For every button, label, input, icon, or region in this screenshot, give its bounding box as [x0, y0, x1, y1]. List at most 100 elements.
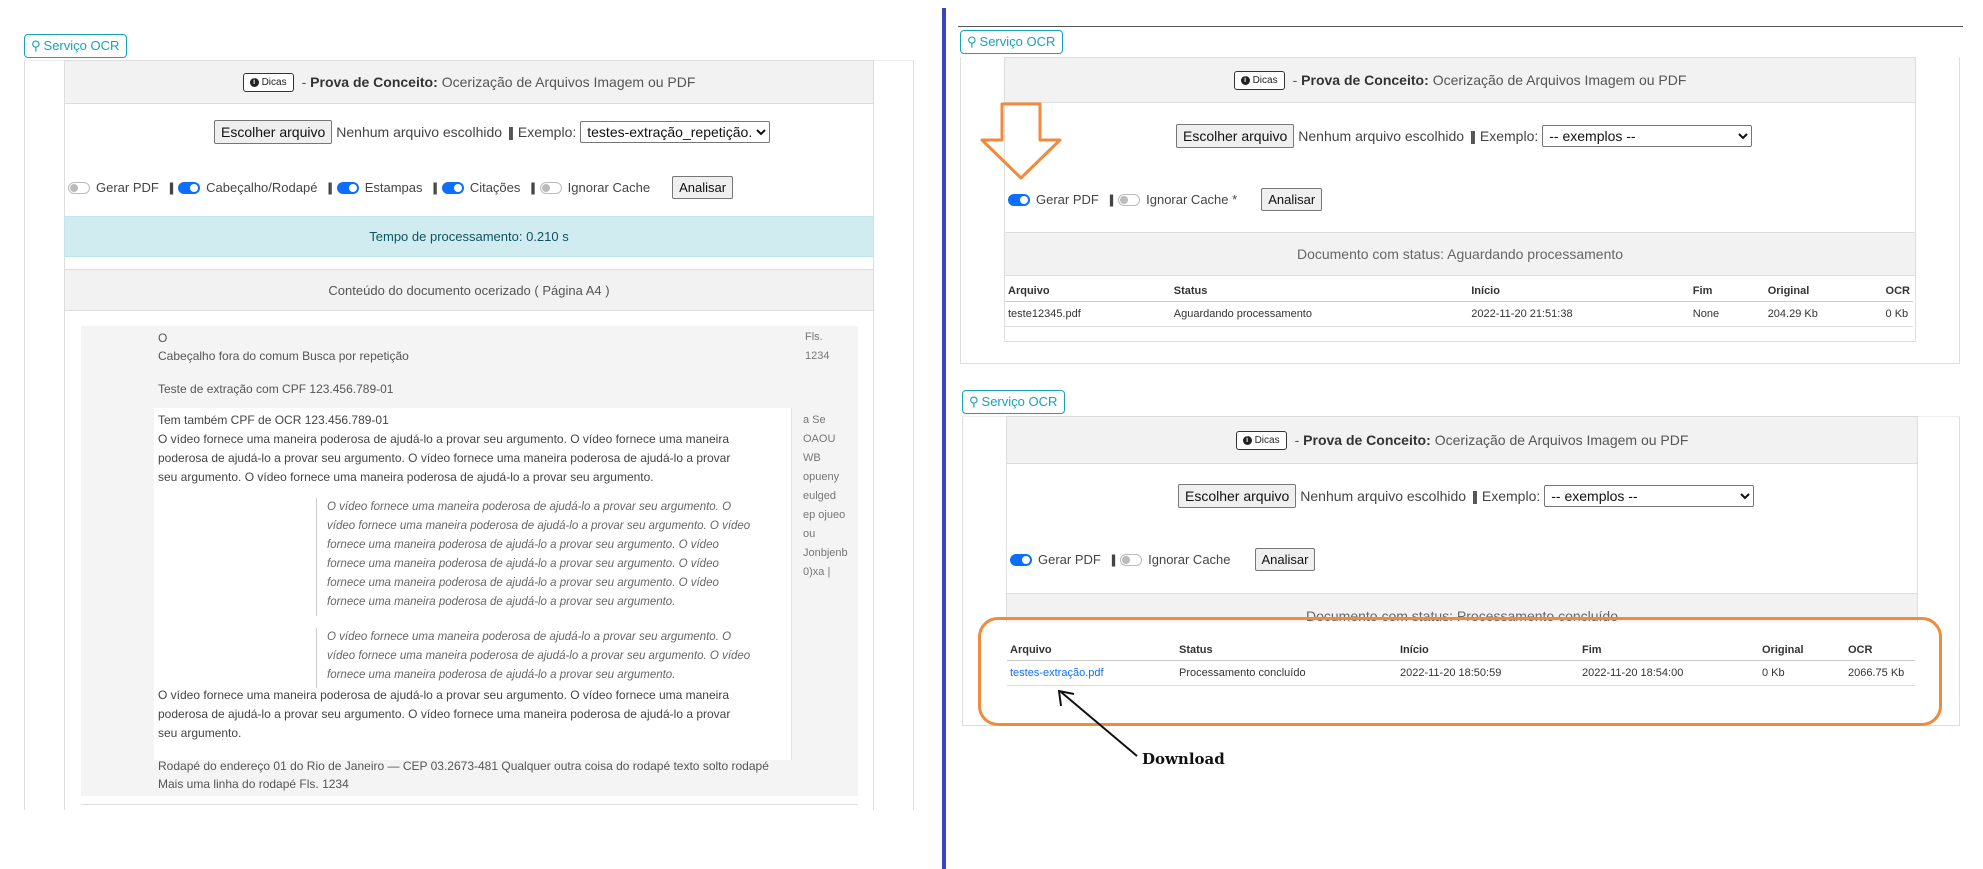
separator-dash: - [1292, 72, 1302, 88]
separator: || [508, 124, 514, 140]
col-status: Status [1170, 282, 1469, 302]
choose-file-button[interactable]: Escolher arquivo [1178, 484, 1297, 508]
gerar-pdf-toggle[interactable] [1008, 193, 1030, 206]
ignorar-cache-toggle[interactable] [539, 181, 562, 194]
paragraph-2-line-1: O vídeo fornece uma maneira poderosa de … [158, 688, 729, 702]
ignorar-cache-label: Ignorar Cache * [1146, 192, 1238, 207]
citacoes-toggle[interactable] [441, 181, 464, 194]
example-select[interactable]: -- exemplos -- [1542, 125, 1753, 147]
stamp-side-line: 0)xa | [803, 566, 831, 578]
gerar-pdf-label: Gerar PDF [1036, 192, 1099, 207]
paragraph-2-line-2: poderosa de ajudá-lo a provar seu argume… [158, 707, 731, 721]
dicas-label: Dicas [261, 76, 287, 88]
analisar-button[interactable]: Analisar [1261, 188, 1323, 211]
header-side-number: 1234 [805, 350, 830, 362]
citation-1-line: O vídeo fornece uma maneira poderosa de … [327, 501, 732, 513]
processing-time-bar: Tempo de processamento: 0.210 s [64, 216, 874, 257]
col-arquivo: Arquivo [1005, 282, 1171, 302]
estampas-toggle[interactable] [336, 181, 359, 194]
stamp-side-line: ou [803, 528, 816, 540]
separator: || [432, 180, 438, 195]
br-card-header: i Dicas - Prova de Conceito: Ocerização d… [1007, 417, 1917, 464]
choose-file-button[interactable]: Escolher arquivo [1176, 124, 1295, 148]
separator: || [1470, 128, 1476, 144]
citation-1-line: fornece uma maneira poderosa de ajudá-lo… [327, 596, 676, 608]
analisar-button[interactable]: Analisar [1254, 548, 1316, 571]
dicas-button[interactable]: i Dicas [1233, 70, 1285, 90]
separator: || [1472, 488, 1478, 504]
footer-line-2: Mais uma linha do rodapé Fls. 1234 [158, 777, 349, 791]
citation-2-line: fornece uma maneira poderosa de ajudá-lo… [327, 669, 676, 681]
header-title: Ocerização de Arquivos Imagem ou PDF [1432, 72, 1687, 88]
table-row: teste12345.pdf Aguardando processamento … [1005, 301, 1913, 327]
example-label: Exemplo: [1479, 128, 1539, 144]
tr-documents-table: Arquivo Status Início Fim Original OCR t… [1005, 282, 1913, 327]
page-divider [81, 804, 858, 805]
citation-2: O vídeo fornece uma maneira poderosa de … [316, 628, 796, 688]
info-icon: i [249, 77, 259, 87]
paragraph-1-line-2: poderosa de ajudá-lo a provar seu argume… [158, 451, 731, 465]
no-file-text: Nenhum arquivo escolhido [1298, 128, 1465, 144]
example-select[interactable]: -- exemplos -- [1544, 485, 1755, 507]
header-o-text: O [158, 331, 168, 345]
citation-1-line: vídeo fornece uma maneira poderosa de aj… [327, 520, 751, 532]
example-label: Exemplo: [1481, 488, 1541, 504]
service-ocr-label: Serviço OCR [979, 34, 1056, 49]
dicas-button[interactable]: i Dicas [1235, 430, 1287, 450]
service-ocr-button[interactable]: ⚲ Serviço OCR [962, 390, 1066, 414]
choose-file-button[interactable]: Escolher arquivo [214, 120, 333, 144]
example-select[interactable]: testes-extração_repetição.pdf [580, 121, 771, 143]
ignorar-cache-toggle[interactable] [1120, 553, 1143, 566]
citation-1-line: fornece uma maneira poderosa de ajudá-lo… [327, 577, 719, 589]
footer-line-1: Rodapé do endereço 01 do Rio de Janeiro … [158, 759, 769, 773]
left-file-row: Escolher arquivo Nenhum arquivo escolhid… [214, 120, 771, 144]
stamp-side-line: ep ojueo [803, 509, 846, 521]
header-title-bold: Prova de Conceito: [310, 74, 438, 90]
header-title: Ocerização de Arquivos Imagem ou PDF [441, 74, 696, 90]
header-title: Ocerização de Arquivos Imagem ou PDF [1434, 432, 1689, 448]
paragraph-2-line-3: seu argumento. [158, 726, 242, 740]
header-text: Cabeçalho fora do comum Busca por repeti… [158, 349, 409, 363]
cabecalho-rodape-label: Cabeçalho/Rodapé [206, 180, 318, 195]
cabecalho-rodape-toggle[interactable] [178, 181, 201, 194]
separator: || [168, 180, 174, 195]
ignorar-cache-toggle[interactable] [1118, 193, 1141, 206]
tr-file-row: Escolher arquivo Nenhum arquivo escolhid… [1176, 124, 1753, 148]
gerar-pdf-toggle[interactable] [1010, 553, 1032, 566]
service-ocr-button[interactable]: ⚲ Serviço OCR [24, 34, 128, 58]
service-ocr-label: Serviço OCR [43, 38, 120, 53]
cpf-text: Teste de extração com CPF 123.456.789-01 [158, 382, 394, 396]
paragraph-1-line-1: O vídeo fornece uma maneira poderosa de … [158, 432, 729, 446]
header-title-bold: Prova de Conceito: [1303, 432, 1431, 448]
header-title-bold: Prova de Conceito: [1301, 72, 1429, 88]
stamp-side-line: eulged [803, 490, 837, 502]
cell-arquivo: teste12345.pdf [1005, 301, 1171, 327]
stamp-side-line: opueny [803, 471, 840, 483]
cell-status: Aguardando processamento [1170, 301, 1469, 327]
stamp-side-line: WB [803, 452, 821, 464]
download-arrow-annotation [1057, 689, 1138, 757]
tr-status-bar: Documento com status: Aguardando process… [1004, 232, 1916, 276]
stamp-side-line: OAOU [803, 433, 836, 445]
header-side-fls: Fls. [805, 331, 823, 343]
gerar-pdf-toggle[interactable] [68, 181, 90, 194]
table-header-row: Arquivo Status Início Fim Original OCR [1005, 282, 1913, 302]
info-icon: i [1240, 75, 1250, 85]
down-arrow-annotation [980, 102, 1062, 180]
lightbulb-icon: ⚲ [969, 394, 979, 409]
tr-options-row: Gerar PDF || Ignorar Cache * Analisar [1008, 188, 1323, 211]
separator: || [1110, 552, 1116, 567]
dicas-label: Dicas [1252, 74, 1278, 86]
service-ocr-button[interactable]: ⚲ Serviço OCR [960, 30, 1064, 54]
stamp-side-line: Jonbjenb [803, 547, 848, 559]
separator: || [1108, 192, 1114, 207]
dicas-button[interactable]: i Dicas [242, 72, 294, 92]
download-annotation-label: Download [1142, 750, 1225, 768]
citation-2-line: vídeo fornece uma maneira poderosa de aj… [327, 650, 751, 662]
left-card-header: i Dicas - Prova de Conceito: Ocerização d… [65, 61, 873, 104]
separator: || [327, 180, 332, 195]
col-fim: Fim [1689, 282, 1765, 302]
lightbulb-icon: ⚲ [31, 38, 41, 53]
separator: || [530, 180, 535, 195]
analisar-button[interactable]: Analisar [672, 176, 734, 199]
